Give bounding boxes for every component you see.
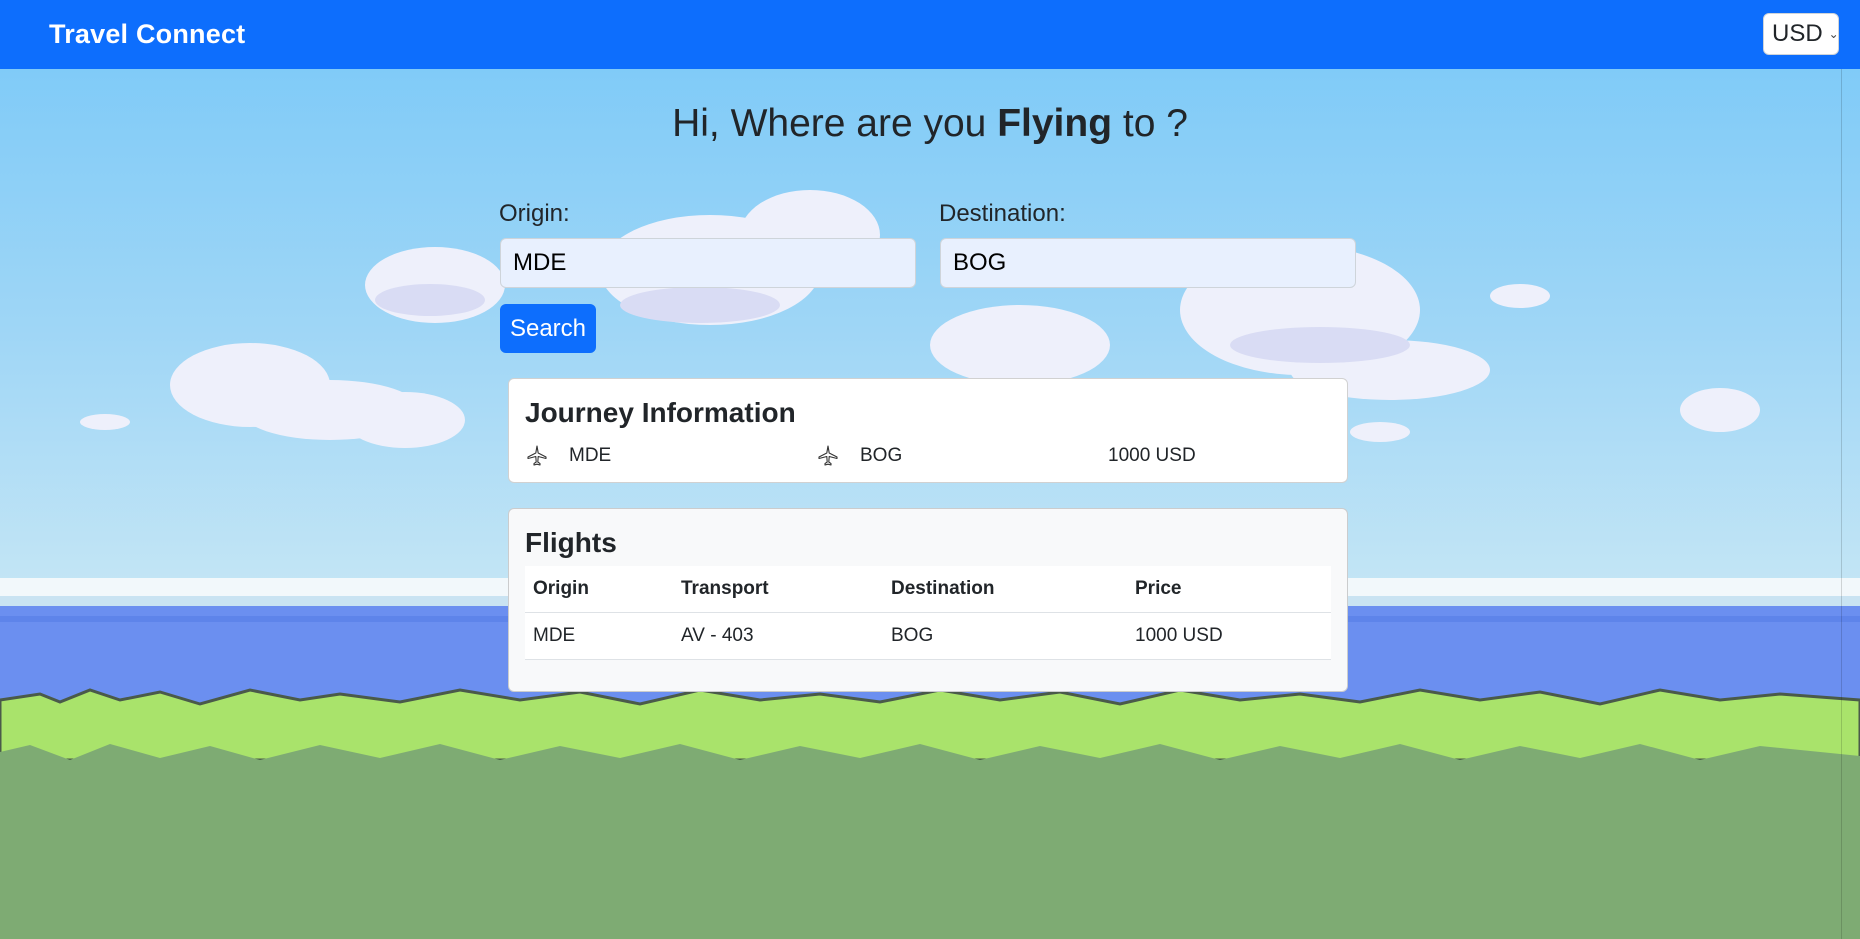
journey-price-value: 1000 USD bbox=[1108, 445, 1196, 466]
cell-origin: MDE bbox=[525, 612, 673, 660]
journey-card-title: Journey Information bbox=[525, 397, 796, 428]
airplane-icon bbox=[527, 445, 547, 466]
journey-destination-code: BOG bbox=[860, 445, 903, 466]
journey-destination: BOG bbox=[816, 441, 902, 471]
table-row[interactable]: MDE AV - 403 BOG 1000 USD bbox=[525, 612, 1331, 660]
page-scrollbar[interactable] bbox=[1841, 69, 1860, 939]
journey-info-card: Journey Information MDE BOG 1000 USD bbox=[508, 378, 1348, 483]
page-heading: Hi, Where are you Flying to ? bbox=[0, 102, 1860, 146]
heading-text-post: to ? bbox=[1112, 102, 1188, 145]
origin-label: Origin: bbox=[499, 200, 570, 227]
airplane-icon bbox=[818, 445, 838, 466]
heading-text-bold: Flying bbox=[997, 102, 1113, 145]
column-header-destination: Destination bbox=[883, 566, 1127, 613]
brand-logo-text[interactable]: Travel Connect bbox=[49, 19, 245, 50]
destination-label: Destination: bbox=[939, 200, 1066, 227]
top-navbar: Travel Connect USD ⌄ bbox=[0, 0, 1860, 69]
currency-select[interactable]: USD ⌄ bbox=[1763, 13, 1839, 55]
flights-card: Flights Origin Transport Destination Pri… bbox=[508, 508, 1348, 692]
flights-card-title: Flights bbox=[525, 527, 617, 558]
main-content: Hi, Where are you Flying to ? Origin: De… bbox=[0, 0, 1860, 939]
journey-summary-row: MDE BOG 1000 USD bbox=[509, 441, 1347, 471]
journey-price: 1000 USD bbox=[1108, 441, 1196, 471]
cell-price: 1000 USD bbox=[1127, 612, 1331, 660]
table-header-row: Origin Transport Destination Price bbox=[525, 566, 1331, 613]
heading-text-pre: Hi, Where are you bbox=[672, 102, 998, 145]
journey-origin-code: MDE bbox=[569, 445, 612, 466]
column-header-price: Price bbox=[1127, 566, 1331, 613]
column-header-transport: Transport bbox=[673, 566, 883, 613]
currency-selected-value: USD bbox=[1772, 20, 1823, 47]
cell-destination: BOG bbox=[883, 612, 1127, 660]
origin-input[interactable] bbox=[500, 238, 916, 288]
cell-transport: AV - 403 bbox=[673, 612, 883, 660]
column-header-origin: Origin bbox=[525, 566, 673, 613]
journey-origin: MDE bbox=[525, 441, 611, 471]
search-button[interactable]: Search bbox=[500, 304, 596, 353]
flights-table: Origin Transport Destination Price MDE A… bbox=[525, 566, 1331, 660]
destination-input[interactable] bbox=[940, 238, 1356, 288]
chevron-down-icon: ⌄ bbox=[1828, 27, 1839, 41]
